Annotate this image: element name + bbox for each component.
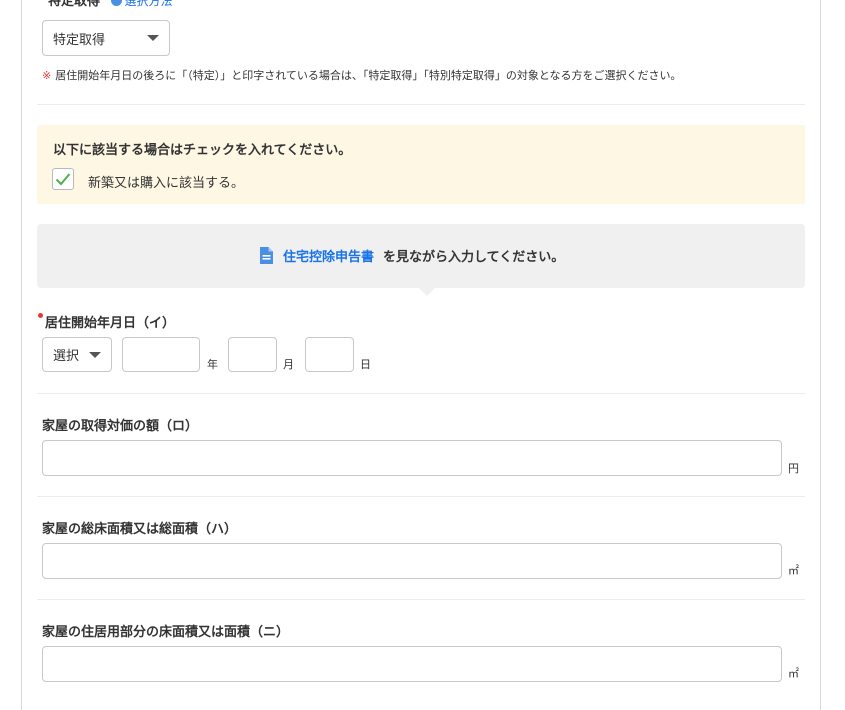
acquisition-price-unit: 円: [788, 462, 799, 475]
notice-title: 以下に該当する場合はチェックを入れてください。: [53, 143, 352, 158]
residential-floor-area-unit: ㎡: [788, 667, 799, 680]
day-input[interactable]: [305, 337, 354, 372]
era-select[interactable]: 選択: [42, 337, 112, 372]
month-unit: 月: [283, 358, 294, 371]
divider: [37, 104, 805, 105]
check-icon: [55, 173, 71, 186]
day-unit: 日: [360, 358, 371, 371]
era-select-value: 選択: [53, 349, 80, 364]
reference-suffix: を見ながら入力してください。: [383, 250, 565, 265]
new-or-purchase-checkbox[interactable]: [52, 168, 74, 190]
acquisition-price-label: 家屋の取得対価の額（ロ）: [42, 419, 199, 434]
required-indicator: [38, 313, 43, 318]
notice-box: [37, 125, 805, 204]
acquisition-note: ※ 居住開始年月日の後ろに「（特定）」と印字されている場合は、「特定取得」「特別特…: [42, 67, 682, 83]
document-icon: [260, 247, 273, 264]
divider: [37, 599, 805, 600]
residence-date-label: 居住開始年月日（イ）: [45, 316, 176, 331]
residential-floor-area-label: 家屋の住居用部分の床面積又は面積（ニ）: [42, 625, 290, 640]
acquisition-select[interactable]: 特定取得: [42, 20, 170, 56]
acquisition-label: 特定取得: [48, 0, 101, 9]
total-floor-area-input[interactable]: [42, 543, 782, 579]
year-input[interactable]: [122, 337, 200, 372]
acquisition-price-input[interactable]: [42, 440, 782, 476]
chevron-down-icon: [89, 351, 101, 358]
help-icon: [110, 0, 122, 6]
acquisition-label-row: 特定取得 選択方法: [48, 0, 173, 9]
reference-doc-link[interactable]: 住宅控除申告書: [283, 246, 374, 265]
divider: [37, 496, 805, 497]
reference-row: 住宅控除申告書 を見ながら入力してください。: [259, 246, 564, 265]
help-link[interactable]: 選択方法: [110, 0, 173, 8]
chevron-down-icon: [147, 35, 159, 41]
acquisition-select-value: 特定取得: [53, 32, 106, 48]
help-link-text: 選択方法: [124, 0, 173, 8]
checkbox-label[interactable]: 新築又は購入に該当する。: [88, 172, 244, 191]
month-input[interactable]: [228, 337, 277, 372]
note-text: 居住開始年月日の後ろに「（特定）」と印字されている場合は、「特定取得」「特別特定…: [55, 69, 682, 82]
residential-floor-area-input[interactable]: [42, 646, 782, 682]
divider: [37, 393, 805, 394]
reference-pointer: [419, 288, 435, 296]
year-unit: 年: [207, 358, 218, 371]
total-floor-area-unit: ㎡: [788, 564, 799, 577]
note-mark: ※: [42, 69, 52, 82]
total-floor-area-label: 家屋の総床面積又は総面積（ハ）: [42, 522, 238, 537]
